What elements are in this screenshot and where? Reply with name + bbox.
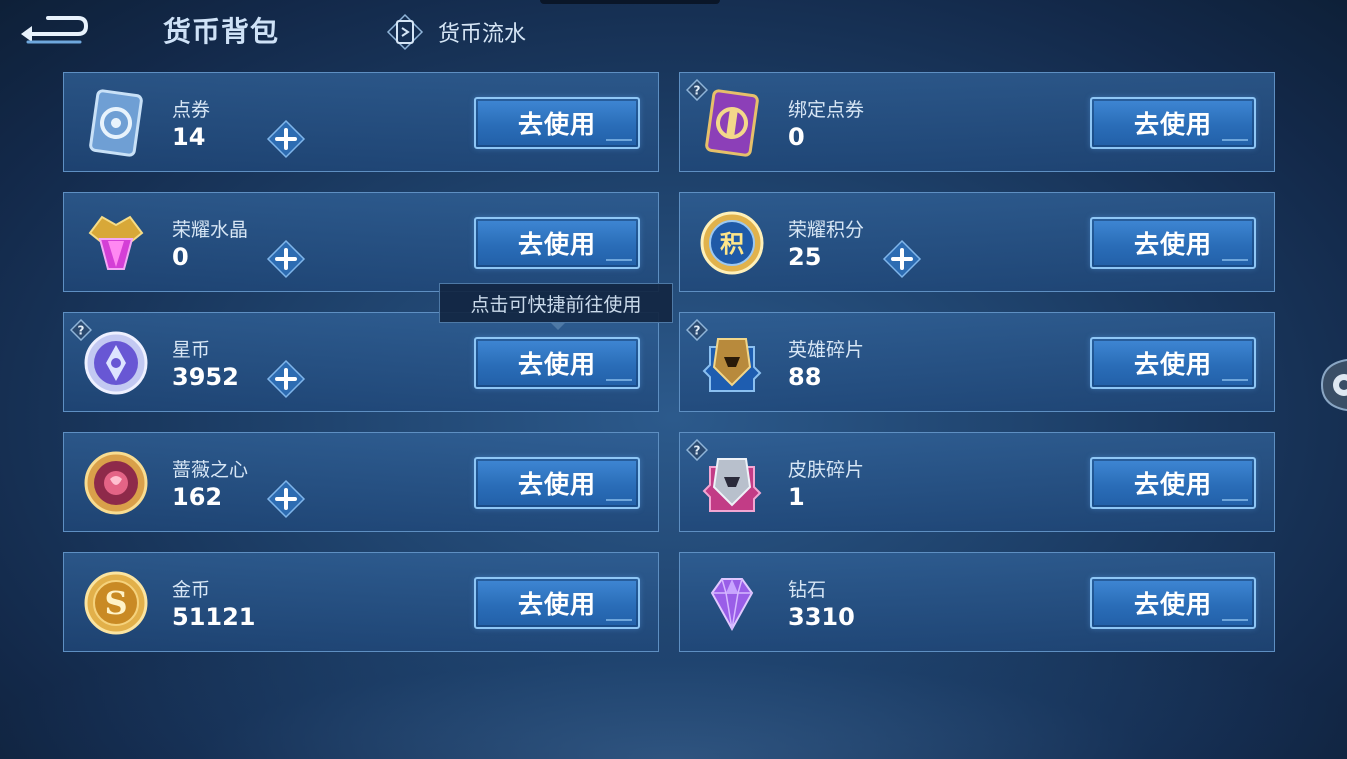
use-button[interactable]: 去使用 [1090,217,1256,269]
add-currency-button[interactable] [266,119,306,159]
hero-fragment-icon [696,327,768,399]
use-button[interactable]: 去使用 [1090,337,1256,389]
glory-crystal-icon [80,207,152,279]
currency-card: ? 绑定点券 0 去使用 [679,72,1275,172]
tab-currency-flow[interactable]: 货币流水 [386,12,526,52]
currency-card: ? 皮肤碎片 1 去使用 [679,432,1275,532]
star-coin-icon [80,327,152,399]
currency-amount: 3310 [788,603,855,631]
currency-amount: 0 [788,123,805,151]
currency-amount: 0 [172,243,189,271]
use-button[interactable]: 去使用 [474,457,640,509]
currency-amount: 14 [172,123,206,151]
currency-card: 点券 14 去使用 [63,72,659,172]
back-arrow-icon[interactable] [18,12,90,48]
page-title: 货币背包 [163,15,280,48]
use-button[interactable]: 去使用 [474,337,640,389]
currency-name: 英雄碎片 [788,339,865,361]
currency-name: 皮肤碎片 [788,459,865,481]
glory-points-icon: 积 [696,207,768,279]
use-button[interactable]: 去使用 [474,97,640,149]
currency-name: 荣耀积分 [788,219,865,241]
currency-card: S 金币 51121 去使用 [63,552,659,652]
currency-name: 星币 [172,339,211,361]
tab-currency-flow-label: 货币流水 [438,22,527,47]
currency-card: 蔷薇之心 162 去使用 [63,432,659,532]
top-notch [540,0,720,4]
svg-text:S: S [104,584,127,622]
currency-card: 荣耀水晶 0 去使用 [63,192,659,292]
currency-card: 钻石 3310 去使用 [679,552,1275,652]
gold-coin-icon: S [80,567,152,639]
currency-amount: 88 [788,363,822,391]
use-button[interactable]: 去使用 [474,217,640,269]
currency-name: 蔷薇之心 [172,459,249,481]
add-currency-button[interactable] [266,359,306,399]
side-settings-button[interactable] [1320,357,1347,413]
currency-amount: 3952 [172,363,239,391]
currency-name: 钻石 [788,579,827,601]
currency-amount: 162 [172,483,223,511]
use-button[interactable]: 去使用 [474,577,640,629]
skin-fragment-icon [696,447,768,519]
currency-name: 绑定点券 [788,99,865,121]
add-currency-button[interactable] [882,239,922,279]
currency-amount: 25 [788,243,822,271]
use-button[interactable]: 去使用 [1090,457,1256,509]
add-currency-button[interactable] [266,239,306,279]
currency-card: ? 星币 3952 去使用 [63,312,659,412]
svg-text:积: 积 [720,230,744,258]
bound-coupon-card-icon [696,87,768,159]
currency-name: 金币 [172,579,211,601]
rose-heart-icon [80,447,152,519]
currency-name: 点券 [172,99,211,121]
diamond-icon [696,567,768,639]
use-button[interactable]: 去使用 [1090,577,1256,629]
coupon-card-icon [80,87,152,159]
quick-use-tooltip: 点击可快捷前往使用 [439,283,673,330]
currency-name: 荣耀水晶 [172,219,249,241]
currency-amount: 1 [788,483,805,511]
use-button[interactable]: 去使用 [1090,97,1256,149]
currency-amount: 51121 [172,603,256,631]
currency-card: 积 荣耀积分 25 去使用 [679,192,1275,292]
add-currency-button[interactable] [266,479,306,519]
currency-card: ? 英雄碎片 88 去使用 [679,312,1275,412]
currency-flow-icon [386,13,424,51]
